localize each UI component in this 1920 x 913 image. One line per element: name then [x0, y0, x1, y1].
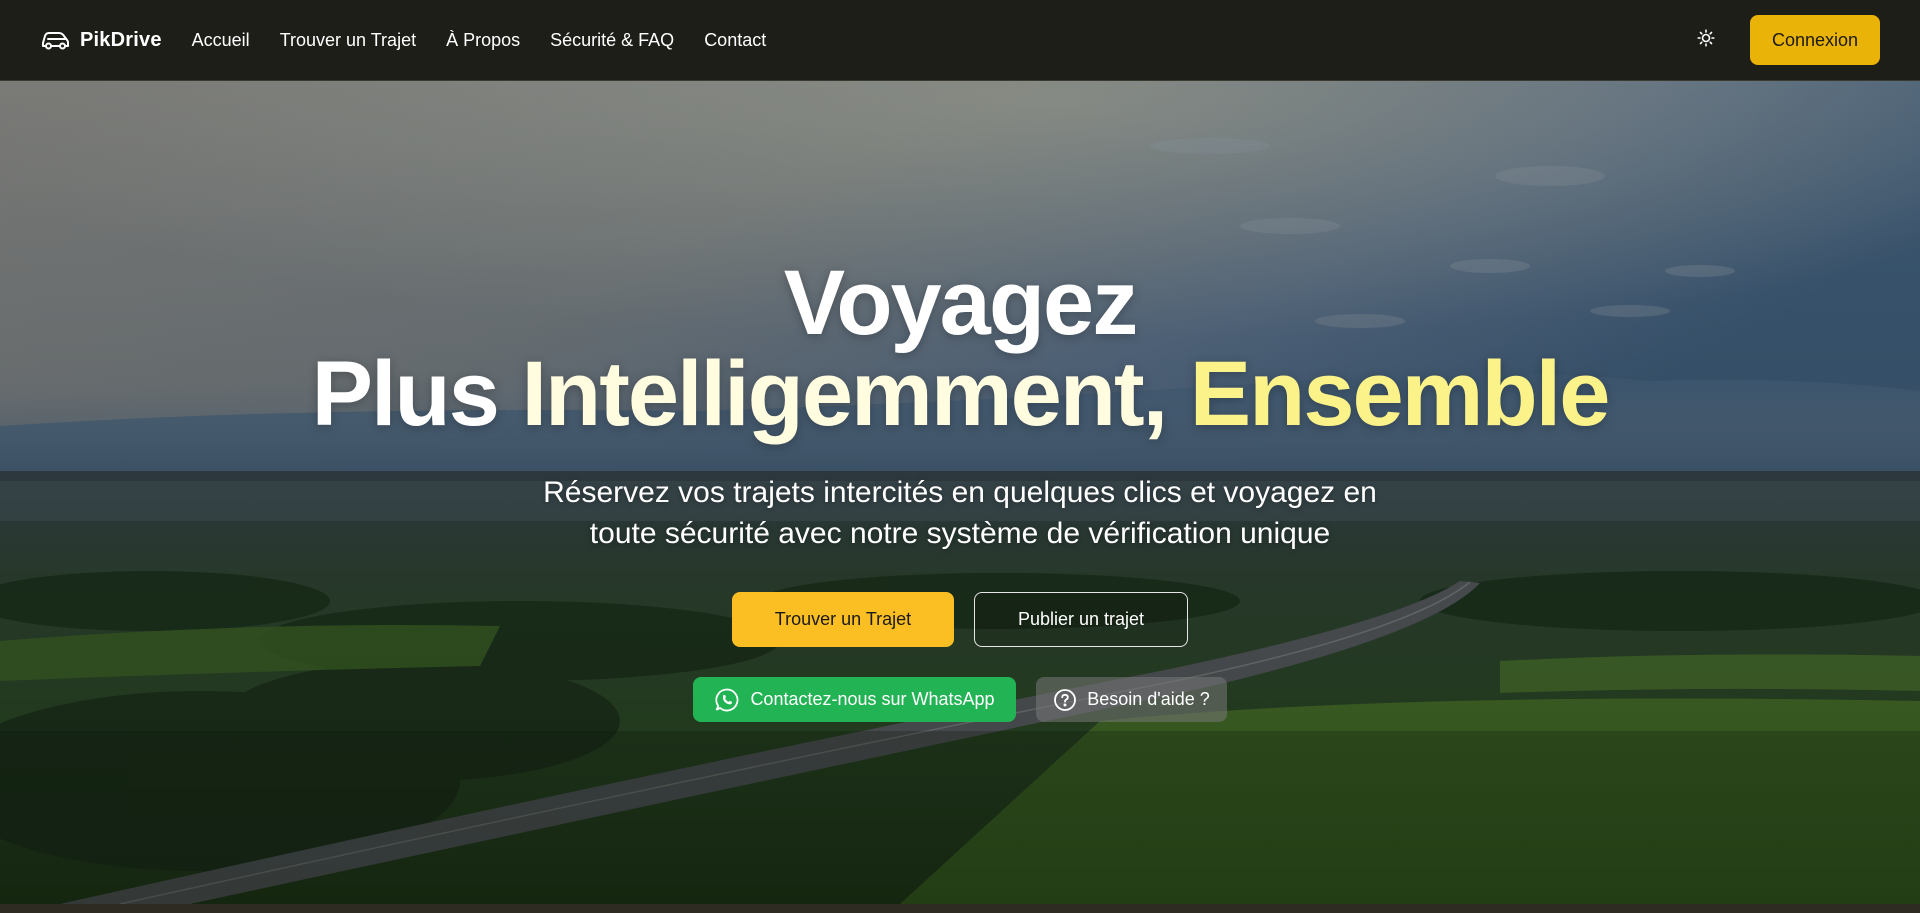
section-divider: [0, 904, 1920, 913]
brand-name: PikDrive: [80, 28, 162, 51]
hero-subtitle: Réservez vos trajets intercités en quelq…: [460, 472, 1460, 554]
headline-ensemble: Ensemble: [1166, 343, 1611, 445]
help-button[interactable]: Besoin d'aide ?: [1036, 677, 1227, 722]
top-navbar: PikDrive Accueil Trouver un Trajet À Pro…: [0, 0, 1920, 81]
login-button[interactable]: Connexion: [1750, 15, 1880, 65]
nav-actions: Connexion: [1690, 15, 1880, 65]
brand-logo[interactable]: PikDrive: [40, 29, 162, 52]
theme-toggle-button[interactable]: [1690, 24, 1722, 56]
hero-section: Voyagez Plus Intelligemment, Ensemble Ré…: [0, 81, 1920, 904]
help-circle-icon: [1053, 688, 1077, 712]
help-button-label: Besoin d'aide ?: [1087, 689, 1210, 709]
nav-link-contact[interactable]: Contact: [704, 30, 766, 51]
headline-plus: Plus: [311, 343, 522, 445]
subtitle-line2: toute sécurité avec notre système de vér…: [589, 517, 1331, 550]
hero-headline-line1: Voyagez: [783, 252, 1138, 354]
whatsapp-button-label: Contactez-nous sur WhatsApp: [750, 689, 995, 709]
publish-trip-button[interactable]: Publier un trajet: [974, 592, 1188, 647]
main-nav: Accueil Trouver un Trajet À Propos Sécur…: [192, 30, 767, 51]
nav-link-accueil[interactable]: Accueil: [192, 30, 250, 51]
headline-intelligemment: Intelligemment,: [521, 343, 1168, 445]
whatsapp-contact-button[interactable]: Contactez-nous sur WhatsApp: [693, 677, 1016, 722]
subtitle-line1: Réservez vos trajets intercités en quelq…: [543, 476, 1377, 509]
sun-icon: [1697, 28, 1715, 52]
hero-content: Voyagez Plus Intelligemment, Ensemble Ré…: [0, 81, 1920, 904]
hero-headline-line2: Plus Intelligemment, Ensemble: [0, 348, 1920, 440]
nav-link-securite-faq[interactable]: Sécurité & FAQ: [550, 30, 674, 51]
nav-link-trouver-trajet[interactable]: Trouver un Trajet: [280, 30, 416, 51]
nav-link-a-propos[interactable]: À Propos: [446, 30, 520, 51]
car-icon: [40, 29, 70, 51]
whatsapp-icon: [714, 687, 740, 713]
find-trip-button[interactable]: Trouver un Trajet: [732, 592, 954, 647]
